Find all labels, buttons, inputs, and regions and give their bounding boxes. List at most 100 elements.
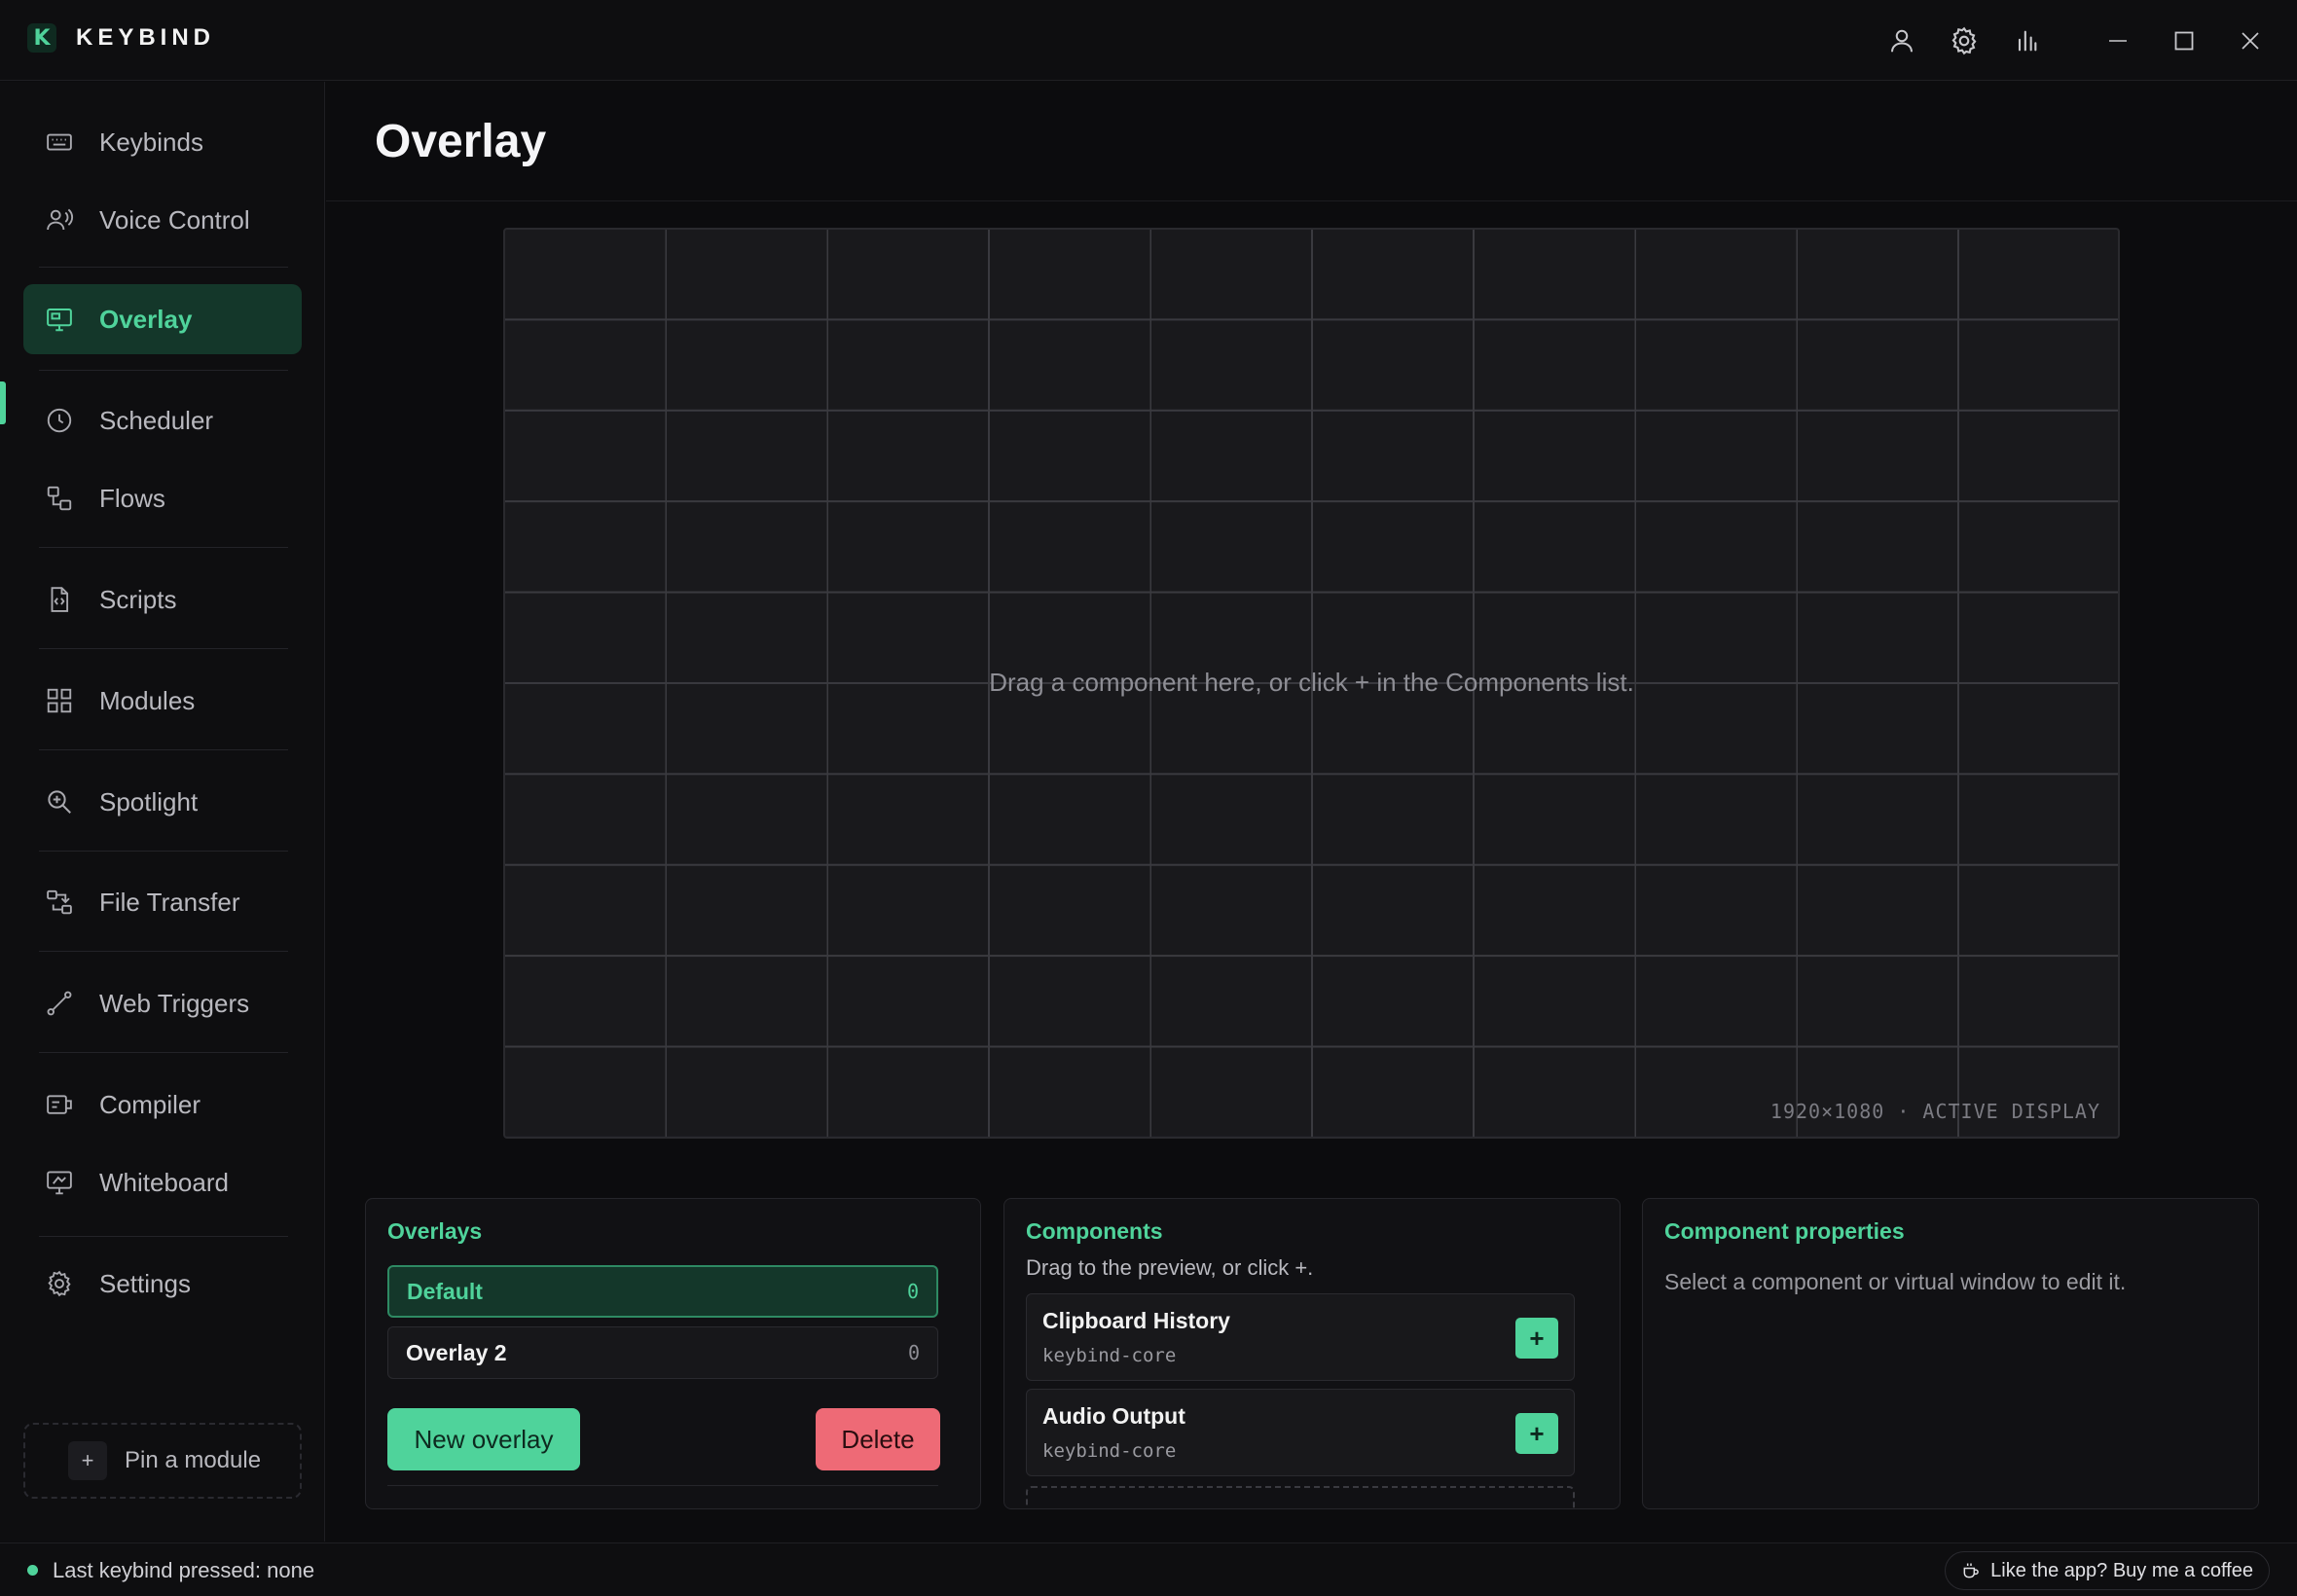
sidebar-item-label: Keybinds <box>99 127 203 157</box>
sidebar-item-label: Web Triggers <box>99 988 250 1018</box>
compiler-icon <box>47 1095 72 1114</box>
component-name: Clipboard History <box>1042 1308 1230 1333</box>
sidebar-item-voice-control[interactable]: Voice Control <box>23 185 302 255</box>
components-panel-title: Components <box>1026 1218 1163 1244</box>
monitor-icon <box>47 308 72 332</box>
page-header: Overlay <box>326 82 2297 201</box>
component-card-audio-output[interactable]: Audio Output keybind-core + <box>1026 1389 1575 1476</box>
last-keybind-status: Last keybind pressed: none <box>53 1558 315 1582</box>
add-component-button[interactable]: + <box>1515 1413 1558 1454</box>
overlay-preview-canvas[interactable]: Drag a component here, or click + in the… <box>503 228 2120 1139</box>
grid-icon <box>47 688 72 713</box>
component-card-clipboard-history[interactable]: Clipboard History keybind-core + <box>1026 1293 1575 1381</box>
divider <box>39 951 288 952</box>
sidebar-item-label: Modules <box>99 685 196 715</box>
preview-resolution: 1920×1080 · ACTIVE DISPLAY <box>1769 1100 2100 1123</box>
preview-hint: Drag a component here, or click + in the… <box>989 668 1634 697</box>
component-properties-panel: Component properties Select a component … <box>1642 1198 2259 1509</box>
close-icon[interactable] <box>2229 19 2272 62</box>
voice-icon <box>47 208 74 231</box>
sidebar-item-label: Scripts <box>99 584 177 614</box>
divider <box>39 749 288 750</box>
keyboard-icon <box>47 133 72 151</box>
gear-icon[interactable] <box>1943 19 1986 62</box>
gear-icon <box>48 1270 71 1297</box>
sidebar-item-overlay[interactable]: Overlay <box>23 284 302 354</box>
plus-icon: + <box>68 1441 107 1480</box>
user-icon[interactable] <box>1880 19 1923 62</box>
app-logo: K <box>27 23 56 53</box>
page-title: Overlay <box>375 116 547 167</box>
active-indicator <box>0 381 6 424</box>
sidebar-item-scripts[interactable]: Scripts <box>23 564 302 635</box>
maximize-icon[interactable] <box>2163 19 2206 62</box>
app-name: KEYBIND <box>76 24 216 51</box>
sidebar-item-file-transfer[interactable]: File Transfer <box>23 867 302 937</box>
pin-module-button[interactable]: + Pin a module <box>23 1423 302 1499</box>
sidebar-item-label: Spotlight <box>99 786 199 816</box>
components-subtitle: Drag to the preview, or click +. <box>1026 1255 1314 1280</box>
stats-icon[interactable] <box>2005 19 2048 62</box>
divider <box>39 370 288 371</box>
clock-icon <box>47 408 72 433</box>
delete-overlay-button[interactable]: Delete <box>816 1408 940 1470</box>
new-overlay-button[interactable]: New overlay <box>387 1408 580 1470</box>
overlay-item-default[interactable]: Default 0 <box>387 1265 938 1318</box>
sidebar-item-label: Voice Control <box>99 204 250 235</box>
divider <box>387 1485 938 1486</box>
sidebar-item-settings[interactable]: Settings <box>23 1249 302 1319</box>
sidebar-item-label: Flows <box>99 483 165 513</box>
component-drop-slot <box>1026 1486 1575 1508</box>
status-bar: Last keybind pressed: none Like the app?… <box>0 1542 2297 1596</box>
overlay-name: Default <box>407 1278 483 1304</box>
sidebar-item-label: File Transfer <box>99 887 240 917</box>
app-logo-letter: K <box>33 25 51 51</box>
coffee-label: Like the app? Buy me a coffee <box>1990 1559 2253 1581</box>
divider <box>39 547 288 548</box>
overlay-count: 0 <box>906 1280 919 1303</box>
transfer-icon <box>47 889 72 915</box>
sidebar-item-flows[interactable]: Flows <box>23 463 302 533</box>
component-name: Audio Output <box>1042 1403 1185 1429</box>
title-bar: K KEYBIND <box>0 0 2297 81</box>
sidebar: Keybinds Voice Control Overlay Scheduler… <box>0 82 325 1542</box>
properties-panel-title: Component properties <box>1664 1218 1905 1244</box>
divider <box>39 267 288 268</box>
sidebar-item-compiler[interactable]: Compiler <box>23 1070 302 1140</box>
pin-module-label: Pin a module <box>125 1447 262 1473</box>
add-component-button[interactable]: + <box>1515 1318 1558 1359</box>
minimize-icon[interactable] <box>2096 19 2139 62</box>
divider <box>39 1052 288 1053</box>
coffee-icon <box>1963 1563 1979 1578</box>
overlay-item-overlay-2[interactable]: Overlay 2 0 <box>387 1326 938 1379</box>
status-dot-icon <box>27 1565 38 1576</box>
sidebar-item-label: Settings <box>99 1268 191 1298</box>
overlays-panel-title: Overlays <box>387 1218 483 1244</box>
sidebar-item-whiteboard[interactable]: Whiteboard <box>23 1147 302 1217</box>
script-file-icon <box>51 587 69 612</box>
divider <box>39 1236 288 1237</box>
overlays-panel: Overlays Default 0 Overlay 2 0 New overl… <box>365 1198 981 1509</box>
overlay-count: 0 <box>907 1341 920 1364</box>
sidebar-item-keybinds[interactable]: Keybinds <box>23 107 302 177</box>
buy-coffee-button[interactable]: Like the app? Buy me a coffee <box>1945 1551 2270 1590</box>
whiteboard-icon <box>47 1171 72 1195</box>
search-zoom-icon <box>48 790 71 814</box>
properties-empty-text: Select a component or virtual window to … <box>1664 1269 2127 1294</box>
webhook-icon <box>47 991 72 1016</box>
sidebar-item-scheduler[interactable]: Scheduler <box>23 385 302 455</box>
component-source: keybind-core <box>1042 1440 1177 1462</box>
sidebar-item-spotlight[interactable]: Spotlight <box>23 767 302 837</box>
sidebar-item-modules[interactable]: Modules <box>23 666 302 736</box>
sidebar-item-web-triggers[interactable]: Web Triggers <box>23 968 302 1038</box>
component-source: keybind-core <box>1042 1345 1177 1366</box>
overlay-name: Overlay 2 <box>406 1339 507 1365</box>
flow-icon <box>47 486 72 511</box>
main-content: Overlay Drag a component here, or click … <box>326 82 2297 1542</box>
divider <box>39 648 288 649</box>
sidebar-item-label: Overlay <box>99 304 193 334</box>
sidebar-item-label: Scheduler <box>99 405 214 435</box>
divider <box>39 851 288 852</box>
components-panel: Components Drag to the preview, or click… <box>1003 1198 1621 1509</box>
brand: K KEYBIND <box>27 23 215 53</box>
